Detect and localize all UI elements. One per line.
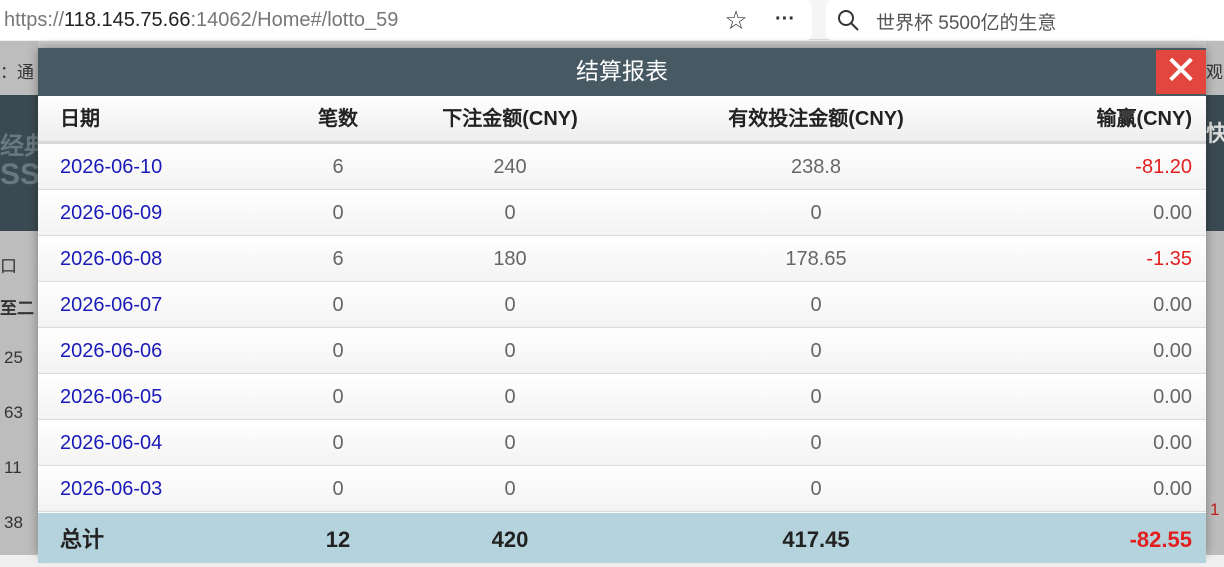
- date-link[interactable]: 2026-06-04: [60, 420, 162, 466]
- close-icon: ✕: [1164, 49, 1198, 93]
- column-header-date: 日期: [60, 108, 100, 130]
- date-link[interactable]: 2026-06-03: [60, 466, 162, 512]
- search-query-text: 世界杯 5500亿的生意: [876, 13, 1057, 34]
- background-label: 25: [4, 348, 23, 367]
- table-row: 2026-06-07 0 0 0 0.00: [38, 282, 1206, 328]
- table-row: 2026-06-05 0 0 0 0.00: [38, 374, 1206, 420]
- table-row: 2026-06-04 0 0 0 0.00: [38, 420, 1206, 466]
- background-label: 11: [4, 458, 22, 477]
- valid-amount-cell: 238.8: [790, 156, 842, 178]
- bookmark-star-icon[interactable]: ☆: [722, 6, 750, 34]
- background-label: 63: [4, 403, 23, 422]
- total-win-loss: -82.55: [1129, 527, 1192, 552]
- count-cell: 0: [332, 432, 344, 454]
- column-header-bet-amount: 下注金额(CNY): [442, 108, 578, 130]
- date-link[interactable]: 2026-06-10: [60, 144, 162, 190]
- win-loss-cell: -1.35: [1146, 248, 1192, 270]
- settlement-report-modal: 结算报表 ✕ 日期 笔数 下注金额(CNY) 有效投注金额(CNY) 输赢(CN…: [38, 48, 1206, 563]
- count-cell: 0: [332, 202, 344, 224]
- bet-amount-cell: 0: [504, 202, 516, 224]
- win-loss-cell: -81.20: [1135, 156, 1192, 178]
- valid-amount-cell: 0: [810, 294, 822, 316]
- date-link[interactable]: 2026-06-09: [60, 190, 162, 236]
- bet-amount-cell: 0: [504, 294, 516, 316]
- table-row: 2026-06-10 6 240 238.8 -81.20: [38, 144, 1206, 190]
- bet-amount-cell: 0: [504, 340, 516, 362]
- table-row: 2026-06-08 6 180 178.65 -1.35: [38, 236, 1206, 282]
- close-button[interactable]: ✕: [1156, 50, 1206, 94]
- count-cell: 0: [332, 340, 344, 362]
- background-label: 至二: [0, 299, 34, 318]
- win-loss-cell: 0.00: [1153, 202, 1192, 224]
- background-banner-text-2: SS: [0, 158, 41, 191]
- column-header-count: 笔数: [318, 108, 358, 130]
- bet-amount-cell: 0: [504, 432, 516, 454]
- table-header: 日期 笔数 下注金额(CNY) 有效投注金额(CNY) 输赢(CNY): [38, 96, 1206, 144]
- count-cell: 6: [332, 248, 344, 270]
- background-label: 快: [1206, 121, 1224, 146]
- bet-amount-cell: 0: [504, 478, 516, 500]
- win-loss-cell: 0.00: [1153, 432, 1192, 454]
- date-link[interactable]: 2026-06-06: [60, 328, 162, 374]
- bet-amount-cell: 240: [493, 156, 527, 178]
- valid-amount-cell: 0: [810, 386, 822, 408]
- background-label: 38: [4, 513, 23, 532]
- bet-amount-cell: 0: [504, 386, 516, 408]
- background-label: ：通: [0, 63, 34, 82]
- column-header-win-loss: 输赢(CNY): [1096, 108, 1192, 130]
- win-loss-cell: 0.00: [1153, 294, 1192, 316]
- valid-amount-cell: 0: [810, 432, 822, 454]
- total-bet-amount: 420: [491, 527, 529, 552]
- date-link[interactable]: 2026-06-07: [60, 282, 162, 328]
- count-cell: 0: [332, 478, 344, 500]
- count-cell: 0: [332, 294, 344, 316]
- win-loss-cell: 0.00: [1153, 386, 1192, 408]
- more-options-icon[interactable]: ···: [770, 6, 800, 34]
- modal-header: 结算报表 ✕: [38, 48, 1206, 96]
- background-label: 口: [0, 257, 17, 276]
- total-count: 12: [325, 527, 351, 552]
- win-loss-cell: 0.00: [1153, 340, 1192, 362]
- modal-title: 结算报表: [576, 58, 668, 84]
- date-link[interactable]: 2026-06-05: [60, 374, 162, 420]
- count-cell: 0: [332, 386, 344, 408]
- column-header-valid-amount: 有效投注金额(CNY): [728, 108, 904, 130]
- valid-amount-cell: 0: [810, 478, 822, 500]
- bet-amount-cell: 180: [493, 248, 527, 270]
- valid-amount-cell: 178.65: [785, 248, 847, 270]
- url-text: https://118.145.75.66:14062/Home#/lotto_…: [4, 8, 399, 31]
- count-cell: 6: [332, 156, 344, 178]
- total-valid-amount: 417.45: [782, 527, 850, 552]
- table-row: 2026-06-06 0 0 0 0.00: [38, 328, 1206, 374]
- address-bar[interactable]: https://118.145.75.66:14062/Home#/lotto_…: [0, 0, 812, 40]
- table-row: 2026-06-09 0 0 0 0.00: [38, 190, 1206, 236]
- total-row: 总计 12 420 417.45 -82.55: [38, 513, 1206, 563]
- background-label: 1: [1210, 500, 1220, 519]
- search-icon: [838, 10, 859, 31]
- valid-amount-cell: 0: [810, 202, 822, 224]
- table-row: 2026-06-03 0 0 0 0.00: [38, 466, 1206, 512]
- date-link[interactable]: 2026-06-08: [60, 236, 162, 282]
- background-label: 观: [1206, 63, 1223, 82]
- valid-amount-cell: 0: [810, 340, 822, 362]
- total-label: 总计: [60, 527, 105, 552]
- win-loss-cell: 0.00: [1153, 478, 1192, 500]
